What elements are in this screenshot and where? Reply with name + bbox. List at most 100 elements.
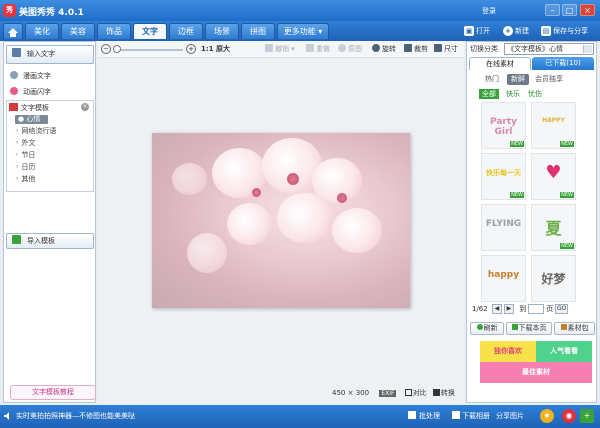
close-button[interactable]: × (580, 4, 595, 16)
tab-frame[interactable]: 边框 (169, 23, 203, 39)
template-thumb[interactable]: ♥ NEW (531, 153, 576, 200)
subtab-hot[interactable]: 热门 (481, 74, 503, 85)
undo-button[interactable]: 撤销 ▾ (265, 44, 295, 55)
tree-node-holiday[interactable]: ◦ 节日 (15, 151, 35, 160)
status-tip[interactable]: 实时美拍拍照神器—不修图也能美美哒 (16, 411, 135, 421)
redo-icon (306, 44, 314, 52)
sparkle-icon (10, 87, 18, 95)
download-page-button[interactable]: 下载本页 (506, 322, 552, 335)
resize-button[interactable]: 尺寸 (434, 44, 458, 55)
blossom-petal (277, 193, 332, 243)
undo-dropdown-icon[interactable]: ▾ (291, 45, 295, 53)
animated-text-item[interactable]: 动画闪字 (10, 87, 51, 97)
tab-beauty[interactable]: 美容 (61, 23, 95, 39)
tutorial-button[interactable]: 文字模板教程 (10, 385, 96, 400)
subtab-vip[interactable]: 会员独享 (531, 74, 567, 85)
material-pack-button[interactable]: 素材包 (554, 322, 595, 335)
zoom-out-icon[interactable]: − (101, 44, 111, 54)
page-input[interactable] (528, 304, 545, 314)
template-thumb[interactable]: Party Girl NEW (481, 102, 526, 149)
promo-banner-left[interactable]: 独你喜欢 (480, 341, 536, 362)
refresh-button[interactable]: 刷新 (470, 322, 504, 335)
template-tree-header[interactable]: 文字模板 (9, 103, 49, 113)
input-text-button[interactable]: 输入文字 (6, 45, 94, 64)
save-share-button[interactable]: ▤ 保存与分享 (541, 24, 588, 38)
pager: 1/62 ◀ ▶ 到 页 GO (472, 304, 569, 315)
close-icon[interactable]: × (81, 103, 89, 111)
filter-happy[interactable]: 快乐 (503, 89, 523, 99)
maximize-button[interactable]: □ (562, 4, 577, 16)
comic-text-item[interactable]: 漫画文字 (10, 71, 51, 81)
compare-button[interactable]: 对比 (404, 389, 427, 397)
blossom-bud (287, 173, 299, 185)
tab-more[interactable]: 更多功能 ▾ (277, 23, 329, 39)
image-height: 300 (355, 389, 370, 397)
tab-downloaded[interactable]: 已下载(10) (532, 57, 594, 70)
window-links: 登录 (482, 6, 502, 16)
tab-online-material[interactable]: 在线素材 (469, 57, 531, 70)
blossom-petal (187, 233, 227, 273)
home-tab[interactable] (3, 23, 23, 39)
next-page-button[interactable]: ▶ (503, 304, 514, 314)
redo-button[interactable]: 重做 (306, 44, 330, 55)
original-size-button[interactable]: 1:1 原大 (201, 44, 230, 55)
minimize-button[interactable]: – (545, 4, 560, 16)
folder-icon: ▣ (464, 26, 474, 36)
tab-collage[interactable]: 拼图 (241, 23, 275, 39)
star-icon[interactable]: ★ (540, 409, 554, 423)
tab-scene[interactable]: 场景 (205, 23, 239, 39)
page-unit-label: 页 (546, 305, 554, 313)
canvas-area: 450 × 300 EXIF 对比 转换 (98, 58, 464, 403)
template-thumb[interactable]: HAPPY NEW (531, 102, 576, 149)
template-thumb[interactable]: 好梦 (531, 255, 576, 302)
go-button[interactable]: GO (555, 304, 569, 314)
tab-accessories[interactable]: 饰品 (97, 23, 131, 39)
template-thumb[interactable]: FLYING (481, 204, 526, 251)
filter-all[interactable]: 全部 (479, 89, 499, 99)
new-button[interactable]: + 新建 (503, 24, 529, 38)
template-thumb[interactable]: 夏 NEW (531, 204, 576, 251)
login-link[interactable]: 登录 (482, 7, 496, 15)
zoom-in-icon[interactable]: + (186, 44, 196, 54)
tab-beautify[interactable]: 美化 (25, 23, 59, 39)
flip-button[interactable]: 转换 (432, 389, 455, 397)
image-width: 450 (332, 389, 346, 397)
category-select[interactable]: 《文字模板》心情 (504, 43, 594, 55)
zoom-slider-track[interactable] (115, 49, 183, 51)
zoom-slider-thumb[interactable] (113, 45, 121, 53)
tree-node-internet-slang[interactable]: ◦ 网络流行语 (15, 127, 56, 136)
download-album-button[interactable]: 下载相册 (452, 411, 490, 421)
tab-text[interactable]: 文字 (133, 23, 167, 39)
plus-icon: + (503, 26, 513, 36)
promo-banner-right[interactable]: 人气看看 (536, 341, 592, 362)
add-icon[interactable]: + (580, 409, 594, 423)
import-template-button[interactable]: 导入模板 (6, 233, 94, 249)
tree-node-other[interactable]: ◦ 其他 (15, 175, 35, 184)
batch-icon (408, 411, 416, 419)
prev-page-button[interactable]: ◀ (491, 304, 502, 314)
canvas-info: 450 × 300 EXIF 对比 转换 (332, 388, 455, 398)
template-thumb[interactable]: happy (481, 255, 526, 302)
template-tree: 文字模板 × ● 心情 ◦ 网络流行语 ◦ 外文 ◦ 节日 ◦ 日历 ◦ 其他 (6, 100, 94, 192)
template-thumb[interactable]: 快乐每一天 NEW (481, 153, 526, 200)
crop-button[interactable]: 裁剪 (404, 44, 428, 55)
rotate-button[interactable]: 旋转 (372, 44, 396, 55)
exif-button[interactable]: EXIF (379, 390, 397, 397)
material-actions: 刷新 下载本页 素材包 (470, 322, 595, 335)
chevron-down-icon (583, 45, 592, 53)
open-button[interactable]: ▣ 打开 (464, 24, 490, 38)
original-image-button[interactable]: 原图 (338, 44, 362, 55)
filter-sad[interactable]: 忧伤 (525, 89, 545, 99)
batch-button[interactable]: 批处理 (408, 411, 440, 421)
promo-banner-bottom[interactable]: 最佳素材 (480, 362, 592, 383)
tree-node-foreign[interactable]: ◦ 外文 (15, 139, 35, 148)
switch-category-label: 切换分类 (470, 45, 498, 53)
cherry-blossom-photo[interactable] (152, 133, 410, 308)
tree-node-mood[interactable]: ● 心情 (15, 115, 49, 124)
share-image-button[interactable]: 分享图片 (496, 411, 524, 421)
tree-node-calendar[interactable]: ◦ 日历 (15, 163, 35, 172)
weibo-icon[interactable]: ◉ (562, 409, 576, 423)
album-icon (452, 411, 460, 419)
subtab-new[interactable]: 新鲜 (507, 74, 529, 85)
refresh-icon (476, 324, 483, 330)
